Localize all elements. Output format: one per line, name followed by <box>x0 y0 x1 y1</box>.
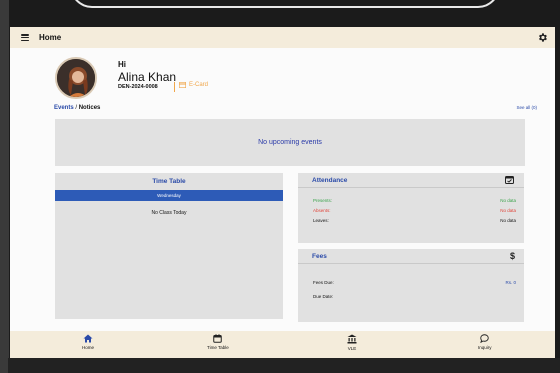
fees-title: Fees <box>312 252 327 260</box>
ecard-button[interactable]: E-Card <box>179 82 208 88</box>
greeting: Hi <box>118 60 126 69</box>
nav-timetable[interactable]: Time Table <box>207 334 229 350</box>
device-frame-bottom <box>8 358 560 373</box>
attendance-presents-label: Presents: <box>313 198 333 203</box>
attendance-absents-value: No data <box>500 208 516 213</box>
card-icon <box>179 82 186 88</box>
nav-home[interactable]: Home <box>82 334 94 350</box>
nav-vle-label: VLE <box>347 346 357 351</box>
app-window: Home Hi Alina Khan DEN-2024-0008 E-Card … <box>10 27 555 358</box>
profile-photo <box>57 59 95 97</box>
menu-icon[interactable] <box>21 34 29 41</box>
events-panel: No upcoming events <box>55 119 525 166</box>
attendance-leaves-label: Leaves: <box>313 218 329 223</box>
no-events-message: No upcoming events <box>258 139 322 146</box>
events-notices-heading: Events / Notices <box>54 105 100 111</box>
events-title: Events <box>54 105 74 111</box>
app-header: Home <box>10 27 555 48</box>
nav-inquiry-label: Inquiry <box>478 345 492 350</box>
bottom-navigation: Home Time Table VLE Inquiry <box>10 331 555 358</box>
device-frame-edge <box>0 0 9 373</box>
student-name: Alina Khan <box>118 70 177 84</box>
attendance-header: Attendance <box>298 173 524 188</box>
see-all-link[interactable]: See all (0) <box>516 105 537 110</box>
page-title: Home <box>39 33 62 42</box>
fees-header: Fees <box>298 249 524 264</box>
attendance-title: Attendance <box>312 176 348 184</box>
registration-number: DEN-2024-0008 <box>118 84 158 90</box>
timetable-card: Time Table Wednesday No Class Today <box>55 173 283 319</box>
chat-icon <box>480 334 489 343</box>
nav-inquiry[interactable]: Inquiry <box>478 334 492 350</box>
nav-home-label: Home <box>82 345 95 350</box>
attendance-leaves-value: No data <box>500 218 516 223</box>
attendance-absents-label: Absents: <box>313 208 331 213</box>
home-icon <box>83 334 93 343</box>
ecard-label: E-Card <box>189 82 209 88</box>
dollar-icon: $ <box>509 251 515 261</box>
timetable-day-selector[interactable]: Wednesday <box>55 190 283 201</box>
attendance-card: Attendance Presents: No data Absents: No… <box>298 173 524 243</box>
notices-title: Notices <box>78 105 101 111</box>
fees-card: Fees $ Fees Due: Rs. 0 Due Date: <box>298 249 524 322</box>
nav-vle[interactable]: VLE <box>347 334 357 351</box>
fees-due-label: Fees Due: <box>313 280 334 285</box>
device-frame-arc <box>70 0 500 8</box>
no-class-message: No Class Today <box>151 210 187 216</box>
avatar <box>55 57 97 99</box>
nav-timetable-label: Time Table <box>207 345 229 350</box>
attendance-icon <box>505 176 514 184</box>
ecard-divider <box>174 82 175 92</box>
attendance-presents-value: No data <box>500 198 516 203</box>
calendar-icon <box>213 334 223 343</box>
timetable-title: Time Table <box>152 178 186 185</box>
fees-due-value: Rs. 0 <box>505 280 516 285</box>
gear-icon[interactable] <box>537 32 548 43</box>
institution-icon <box>347 334 357 344</box>
due-date-label: Due Date: <box>313 294 334 299</box>
